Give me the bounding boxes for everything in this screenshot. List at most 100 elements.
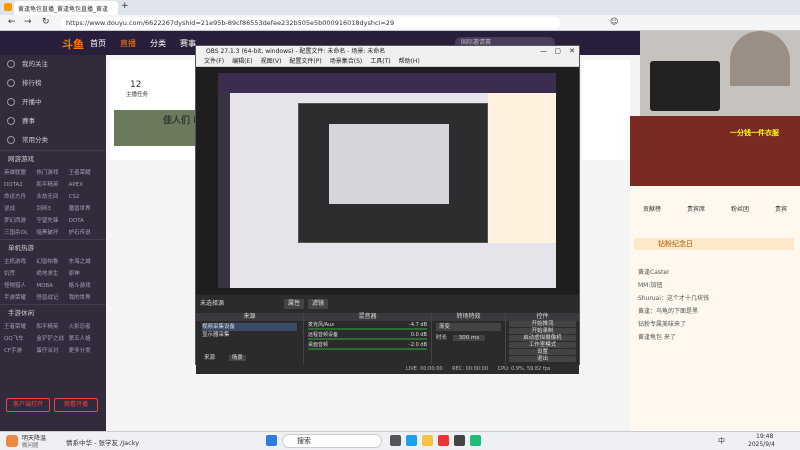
category-link[interactable]: QQ飞车	[4, 333, 36, 345]
category-link[interactable]: 怪兽战记	[36, 292, 68, 304]
category-link[interactable]: 和平精英	[36, 179, 68, 191]
sidebar-item-live[interactable]: 开播中	[0, 93, 106, 112]
control-button[interactable]: 设置	[509, 349, 576, 355]
category-link[interactable]: 饥荒	[4, 268, 36, 280]
obs-preview[interactable]: 未选择源 属性 滤镜	[196, 67, 579, 313]
category-link[interactable]: 和平精英	[36, 321, 68, 333]
source-item-camera[interactable]: 视频采集设备	[202, 323, 297, 331]
category-link[interactable]: APEX	[69, 179, 101, 191]
category-link[interactable]: 炉石传说	[69, 227, 101, 239]
category-link[interactable]: 梦幻西游	[4, 215, 36, 227]
menu-scenes[interactable]: 场景集合(S)	[330, 58, 363, 65]
category-link[interactable]: 格斗游戏	[69, 280, 101, 292]
source-item-display[interactable]: 显示器采集	[202, 331, 297, 339]
category-link[interactable]: 暗黑破坏	[36, 227, 68, 239]
category-link[interactable]: 原神	[69, 268, 101, 280]
back-icon[interactable]: ←	[8, 17, 16, 27]
ime-indicator[interactable]: 中	[718, 436, 725, 446]
refresh-icon[interactable]: ↻	[42, 17, 50, 27]
category-link[interactable]: 金铲铲之战	[36, 333, 68, 345]
sidebar-item-rank[interactable]: 排行榜	[0, 74, 106, 93]
menu-help[interactable]: 帮助(H)	[399, 58, 420, 65]
category-link[interactable]: 更多分类	[69, 345, 101, 357]
filters-button[interactable]: 滤镜	[308, 299, 329, 309]
category-link[interactable]: CS2	[69, 191, 101, 203]
edge-icon[interactable]	[406, 435, 417, 446]
sidebar-item-esports[interactable]: 赛事	[0, 112, 106, 131]
category-link[interactable]: 东海之城	[69, 256, 101, 268]
category-link[interactable]: 手游荣耀	[4, 292, 36, 304]
properties-button[interactable]: 属性	[284, 299, 305, 309]
control-button[interactable]: 开始录制	[509, 328, 576, 334]
menu-edit[interactable]: 编辑(E)	[232, 58, 252, 65]
duration-input[interactable]: 300 ms	[452, 335, 486, 341]
task-view-icon[interactable]	[390, 435, 401, 446]
category-link[interactable]: 英雄联盟	[4, 167, 36, 179]
media-title[interactable]: 情系中华 - 张学友 /Jacky	[66, 437, 139, 447]
tab-contrib[interactable]: 贡献榜	[643, 204, 661, 216]
clock-time[interactable]: 19:48	[756, 433, 773, 440]
control-button[interactable]: 启动虚拟摄像机	[509, 335, 576, 341]
tab-fans[interactable]: 粉丝团	[731, 204, 749, 216]
close-icon[interactable]: ✕	[569, 46, 575, 57]
taskbar-search[interactable]: 搜索	[282, 434, 382, 448]
tab-noble[interactable]: 贵宾	[775, 204, 787, 216]
forward-icon[interactable]: →	[24, 17, 32, 27]
category-link[interactable]: 王者荣耀	[69, 167, 101, 179]
weather-icon[interactable]	[6, 435, 18, 447]
category-link[interactable]: 主机游戏	[4, 256, 36, 268]
sidebar-item-follow[interactable]: 我的关注	[0, 55, 106, 74]
category-link[interactable]: DOTA2	[4, 179, 36, 191]
category-link[interactable]: 我的世界	[69, 292, 101, 304]
category-link[interactable]: 幻兽帕鲁	[36, 256, 68, 268]
tab-sources[interactable]: 来源	[204, 355, 215, 361]
open-client-button[interactable]: 客户端打开	[6, 398, 50, 412]
category-link[interactable]: 火影忍者	[69, 321, 101, 333]
nav-home[interactable]: 首页	[90, 38, 106, 49]
category-link[interactable]: MOBA	[36, 280, 68, 292]
menu-tools[interactable]: 工具(T)	[370, 58, 390, 65]
category-link[interactable]: DOTA	[69, 215, 101, 227]
category-link[interactable]: 绝地求生	[36, 268, 68, 280]
category-link[interactable]: 蛋仔派对	[36, 345, 68, 357]
category-link[interactable]: 逆战	[4, 203, 36, 215]
category-link[interactable]: 王者荣耀	[4, 321, 36, 333]
control-button[interactable]: 退出	[509, 356, 576, 362]
sidebar-item-category[interactable]: 常用分类	[0, 131, 106, 150]
promo-banner[interactable]: 一分钱一件衣服	[630, 116, 800, 186]
category-link[interactable]: 命运方舟	[4, 191, 36, 203]
category-link[interactable]: 守望先锋	[36, 215, 68, 227]
nav-esports[interactable]: 赛事	[180, 38, 196, 49]
nav-category[interactable]: 分类	[150, 38, 166, 49]
category-link[interactable]: CF手游	[4, 345, 36, 357]
control-button[interactable]: 工作室模式	[509, 342, 576, 348]
start-stream-button[interactable]: 观看开播	[54, 398, 98, 412]
category-link[interactable]: 三国杀OL	[4, 227, 36, 239]
tab-scenes[interactable]: 场景	[228, 355, 246, 361]
category-link[interactable]: 永劫无间	[36, 191, 68, 203]
category-link[interactable]: 第五人格	[69, 333, 101, 345]
minimize-icon[interactable]: —	[540, 46, 547, 57]
nav-live[interactable]: 直播	[120, 38, 136, 49]
site-logo[interactable]: 斗鱼	[62, 36, 84, 52]
windows-start-icon[interactable]	[266, 435, 277, 446]
url-input[interactable]: https://www.douyu.com/6622267dyshid=21e9…	[60, 17, 560, 29]
app-icon[interactable]	[470, 435, 481, 446]
clock-date[interactable]: 2025/9/4	[748, 441, 775, 448]
category-link[interactable]: 剑网3	[36, 203, 68, 215]
transition-select[interactable]: 渐变	[436, 323, 501, 331]
profile-icon[interactable]: ☺	[610, 17, 618, 26]
menu-view[interactable]: 视图(V)	[261, 58, 282, 65]
tab-vip[interactable]: 贵宾席	[687, 204, 705, 216]
maximize-icon[interactable]: ▢	[554, 46, 561, 57]
menu-profile[interactable]: 配置文件(P)	[289, 58, 321, 65]
browser-tab[interactable]: 黄逢龟包直播_黄逢龟包直播_黄逢	[14, 1, 118, 15]
category-link[interactable]: 魔兽世界	[69, 203, 101, 215]
category-link[interactable]: 怪物猎人	[4, 280, 36, 292]
menu-file[interactable]: 文件(F)	[204, 58, 224, 65]
explorer-icon[interactable]	[422, 435, 433, 446]
category-link[interactable]: 热门游戏	[36, 167, 68, 179]
new-tab-icon[interactable]: +	[121, 1, 129, 11]
obs-icon[interactable]	[454, 435, 465, 446]
control-button[interactable]: 开始推流	[509, 321, 576, 327]
